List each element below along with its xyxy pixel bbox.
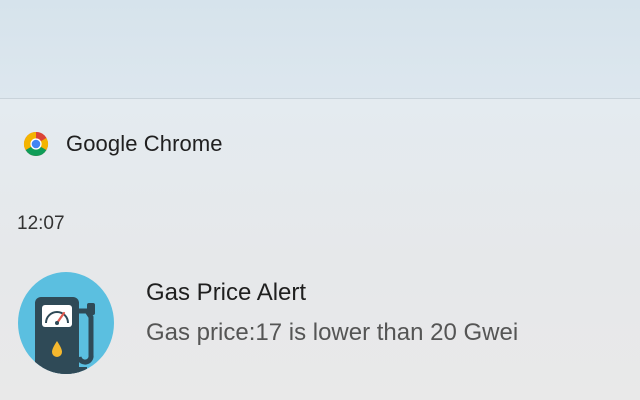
app-name: Google Chrome — [66, 131, 223, 156]
top-area — [0, 0, 640, 99]
notification-card[interactable]: Google Chrome 12:07 Gas Price Alert Gas … — [0, 99, 640, 400]
gas-pump-icon — [18, 272, 114, 374]
screen: Google Chrome 12:07 Gas Price Alert Gas … — [0, 0, 640, 400]
app-header: Google Chrome — [23, 129, 223, 159]
notification-title: Gas Price Alert — [146, 279, 307, 306]
notification-body: Gas price:17 is lower than 20 Gwei — [146, 319, 519, 346]
chrome-logo-icon — [23, 132, 49, 157]
notification-time: 12:07 — [17, 213, 65, 234]
